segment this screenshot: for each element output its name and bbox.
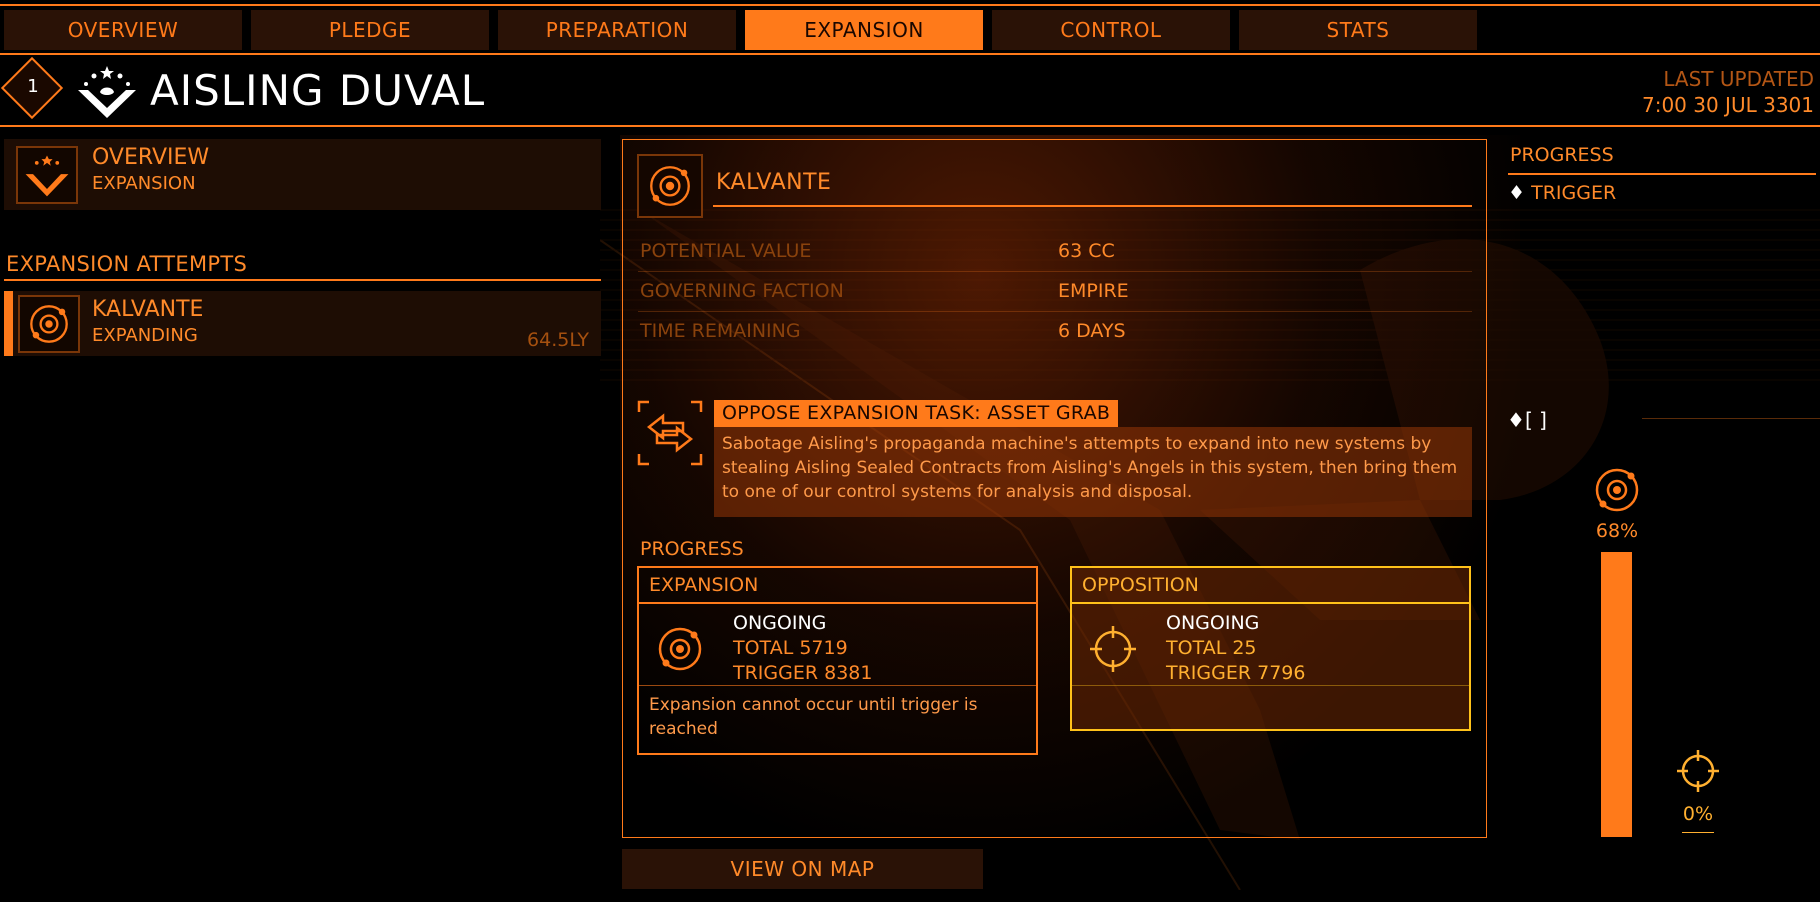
- system-orbit-icon: [18, 295, 80, 353]
- opposition-box-divider: [1072, 685, 1469, 686]
- rank-number: 1: [27, 76, 39, 97]
- info-label: POTENTIAL VALUE: [640, 240, 812, 262]
- selected-indicator: [4, 291, 13, 356]
- expansion-attempts-heading: EXPANSION ATTEMPTS: [6, 252, 248, 276]
- expansion-attempts-divider: [4, 279, 601, 281]
- last-updated: LAST UPDATED 7:00 30 JUL 3301: [1642, 66, 1814, 118]
- expansion-progress-bar: [1601, 552, 1632, 837]
- tab-pledge[interactable]: PLEDGE: [251, 10, 489, 50]
- system-orbit-icon: [658, 627, 702, 671]
- expansion-stats: ONGOING TOTAL 5719 TRIGGER 8381: [733, 611, 872, 686]
- trigger-legend-label: TRIGGER: [1531, 182, 1617, 204]
- system-orbit-icon: [637, 154, 703, 218]
- expansion-progress-box: EXPANSION ONGOING TOTAL 5719 TRIGGER 838…: [637, 566, 1038, 755]
- power-name: AISLING DUVAL: [150, 66, 486, 115]
- tab-expansion[interactable]: EXPANSION: [745, 10, 983, 50]
- tab-overview[interactable]: OVERVIEW: [4, 10, 242, 50]
- info-row-potential-value: POTENTIAL VALUE 63 CC: [638, 232, 1472, 272]
- trigger-marker: ♦[ ]: [1507, 408, 1547, 432]
- tab-stats[interactable]: STATS: [1239, 10, 1477, 50]
- info-value: EMPIRE: [1058, 280, 1129, 302]
- last-updated-label: LAST UPDATED: [1663, 67, 1814, 91]
- expansion-attempt-item[interactable]: KALVANTE EXPANDING 64.5LY: [4, 291, 601, 356]
- task-title: OPPOSE EXPANSION TASK: ASSET GRAB: [714, 400, 1119, 427]
- expansion-note: Expansion cannot occur until trigger is …: [649, 695, 978, 739]
- right-progress-heading: PROGRESS: [1510, 144, 1614, 166]
- info-value: 63 CC: [1058, 240, 1115, 262]
- right-progress-divider: [1508, 173, 1816, 175]
- expansion-box-divider: [639, 685, 1036, 686]
- opposition-progress-bar: [1682, 832, 1714, 833]
- info-label: GOVERNING FACTION: [640, 280, 844, 302]
- aisling-duval-logo-icon: [78, 66, 136, 118]
- expansion-box-header: EXPANSION: [639, 568, 1036, 604]
- tab-bar-top-line: [0, 4, 1820, 6]
- tab-preparation[interactable]: PREPARATION: [498, 10, 736, 50]
- crosshair-icon: [1677, 750, 1719, 792]
- top-tab-bar: OVERVIEW PLEDGE PREPARATION EXPANSION CO…: [0, 0, 1820, 56]
- trigger-diamond-icon: ♦: [1508, 182, 1526, 204]
- info-value: 6 DAYS: [1058, 320, 1126, 342]
- system-name-underline: [713, 205, 1472, 207]
- opposition-box-header: OPPOSITION: [1072, 568, 1469, 604]
- overview-subtitle: EXPANSION: [92, 173, 196, 194]
- opposition-status: ONGOING: [1166, 612, 1260, 634]
- info-row-governing-faction: GOVERNING FACTION EMPIRE: [638, 272, 1472, 312]
- expansion-total: TOTAL 5719: [733, 637, 848, 659]
- info-row-time-remaining: TIME REMAINING 6 DAYS: [638, 312, 1472, 352]
- expansion-status: ONGOING: [733, 612, 827, 634]
- system-name: KALVANTE: [716, 170, 832, 195]
- expansion-trigger: TRIGGER 8381: [733, 662, 873, 684]
- tab-control[interactable]: CONTROL: [992, 10, 1230, 50]
- task-description: Sabotage Aisling's propaganda machine's …: [714, 427, 1472, 517]
- swap-arrows-icon: [637, 400, 703, 466]
- opposition-total: TOTAL 25: [1166, 637, 1257, 659]
- last-updated-value: 7:00 30 JUL 3301: [1641, 93, 1814, 117]
- tab-bar-bottom-line: [0, 53, 1820, 55]
- power-emblem-icon: [16, 146, 78, 204]
- view-on-map-button[interactable]: VIEW ON MAP: [622, 849, 983, 889]
- attempt-status: EXPANDING: [92, 325, 198, 346]
- opposition-percent: 0%: [1682, 803, 1714, 825]
- attempt-system-name: KALVANTE: [92, 297, 204, 322]
- opposition-progress-box: OPPOSITION ONGOING TOTAL 25 TRIGGER 7796: [1070, 566, 1471, 731]
- trigger-marker-text: [ ]: [1524, 408, 1547, 432]
- header-divider: [0, 125, 1820, 127]
- overview-title: OVERVIEW: [92, 145, 210, 170]
- attempt-distance: 64.5LY: [527, 329, 589, 351]
- progress-heading: PROGRESS: [640, 538, 744, 560]
- opposition-trigger: TRIGGER 7796: [1166, 662, 1306, 684]
- system-orbit-icon: [1595, 468, 1639, 512]
- crosshair-icon: [1090, 626, 1136, 672]
- opposition-stats: ONGOING TOTAL 25 TRIGGER 7796: [1166, 611, 1305, 686]
- info-label: TIME REMAINING: [640, 320, 801, 342]
- overview-expansion-card[interactable]: OVERVIEW EXPANSION: [4, 139, 601, 210]
- trigger-legend: ♦ TRIGGER: [1508, 182, 1616, 204]
- expansion-percent: 68%: [1595, 520, 1639, 542]
- trigger-marker-diamond-icon: ♦: [1507, 408, 1525, 432]
- trigger-threshold-line: [1642, 418, 1820, 419]
